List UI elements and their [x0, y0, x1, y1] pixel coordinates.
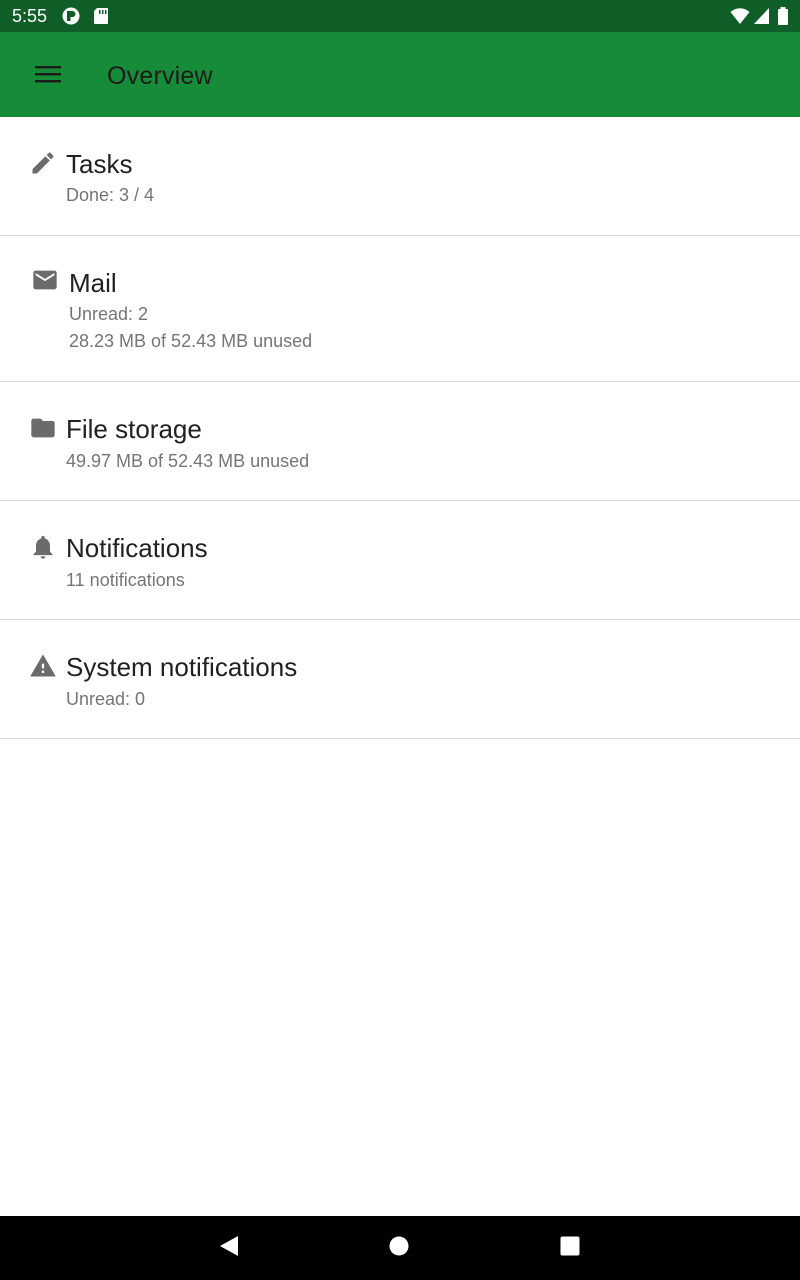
wifi-icon [730, 7, 750, 25]
status-bar: 5:55 [0, 0, 800, 32]
list-item-system-notifications[interactable]: System notifications Unread: 0 [0, 620, 800, 739]
overview-list: Tasks Done: 3 / 4 Mail Unread: 2 28.23 M… [0, 117, 800, 739]
list-item-tasks[interactable]: Tasks Done: 3 / 4 [0, 117, 800, 236]
bell-icon [28, 532, 58, 562]
battery-icon [777, 7, 789, 25]
status-time: 5:55 [12, 6, 48, 26]
recents-icon [559, 1235, 581, 1262]
item-title: Tasks [66, 149, 133, 179]
back-button[interactable] [209, 1228, 249, 1268]
mail-icon [30, 265, 60, 295]
page-title: Overview [107, 62, 213, 90]
item-title: System notifications [66, 652, 298, 682]
item-subtitle: 49.97 MB of 52.43 MB unused [66, 451, 310, 471]
item-detail: 28.23 MB of 52.43 MB unused [69, 331, 313, 351]
item-subtitle: Unread: 0 [66, 689, 146, 709]
list-item-mail[interactable]: Mail Unread: 2 28.23 MB of 52.43 MB unus… [0, 236, 800, 382]
recents-button[interactable] [550, 1228, 590, 1268]
item-title: Mail [69, 268, 117, 298]
back-icon [218, 1234, 240, 1263]
pencil-icon [28, 148, 58, 178]
item-subtitle: Done: 3 / 4 [66, 185, 155, 205]
item-title: Notifications [66, 533, 208, 563]
navigation-bar [0, 1216, 800, 1280]
app-bar: Overview [0, 32, 800, 117]
item-subtitle: Unread: 2 [69, 304, 149, 324]
menu-icon [34, 64, 62, 89]
folder-icon [28, 413, 58, 443]
menu-button[interactable] [24, 52, 72, 100]
item-subtitle: 11 notifications [66, 570, 185, 590]
home-icon [388, 1235, 410, 1262]
item-title: File storage [66, 414, 202, 444]
warning-icon [28, 651, 58, 681]
list-item-notifications[interactable]: Notifications 11 notifications [0, 501, 800, 620]
home-button[interactable] [379, 1228, 419, 1268]
sd-card-icon [93, 7, 111, 25]
app-notification-icon [62, 7, 80, 25]
list-item-file-storage[interactable]: File storage 49.97 MB of 52.43 MB unused [0, 382, 800, 501]
screen: 5:55 Overview Tasks Done: 3 / 4 Mail Unr… [0, 0, 800, 1280]
cell-signal-icon [753, 7, 771, 25]
